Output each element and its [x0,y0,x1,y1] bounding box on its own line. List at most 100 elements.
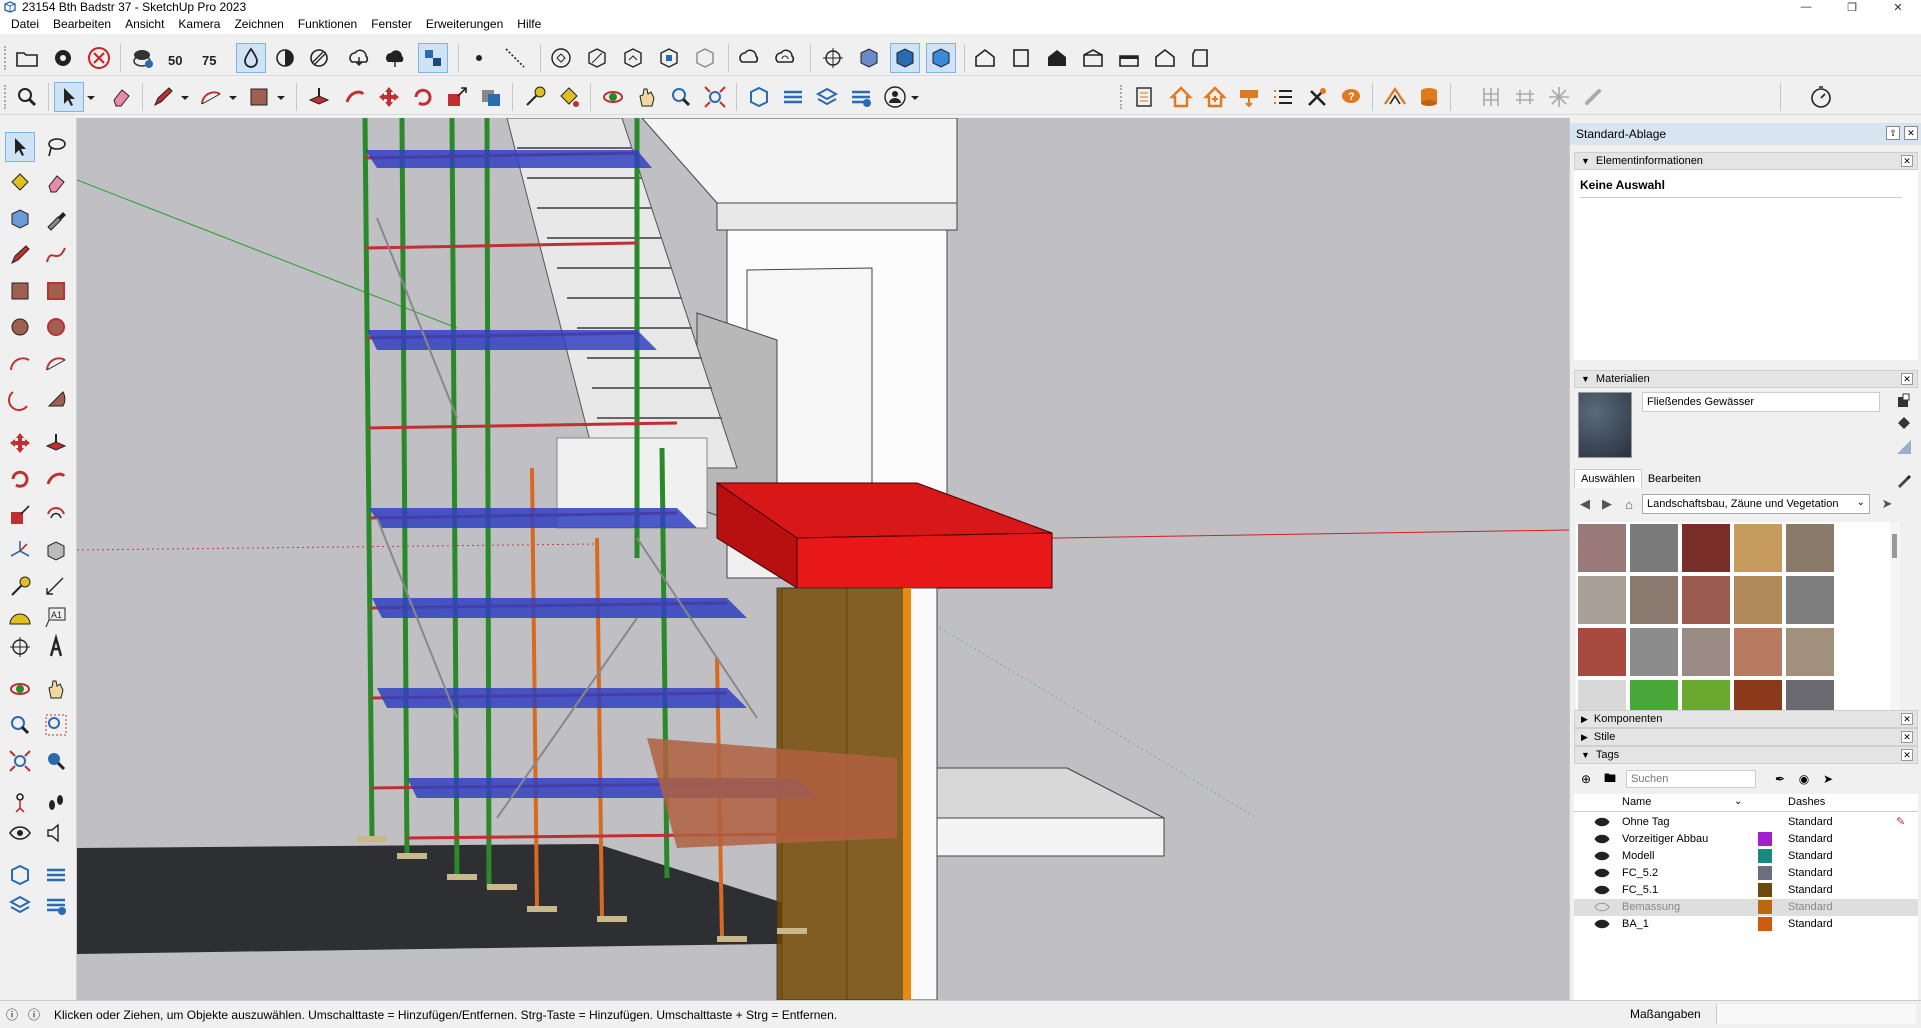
col-dashes-header[interactable]: Dashes [1788,796,1825,808]
view-iso[interactable] [970,43,1000,73]
tag-row[interactable]: FC_5.2 Standard [1574,865,1918,882]
lt-lasso[interactable] [41,132,71,162]
lt-ext-warehouse[interactable] [41,860,71,890]
default-material-icon[interactable] [1895,438,1913,456]
panel-close-icon[interactable]: ✕ [1901,749,1913,761]
tool-cloud-upload[interactable] [380,43,410,73]
lt-circle[interactable] [5,312,35,342]
lt-paint[interactable] [5,168,35,198]
tag-dashes[interactable]: Standard [1788,901,1833,913]
material-swatch[interactable] [1682,524,1730,572]
panel-entity-info[interactable]: ▼ Elementinformationen ✕ [1574,152,1918,170]
add-folder-icon[interactable]: 🖿 [1598,768,1622,790]
tool-cube-active-1[interactable] [890,43,920,73]
tag-row[interactable]: Ohne Tag Standard ✎ [1574,814,1918,831]
lt-sound[interactable] [41,818,71,848]
tool-drop-active[interactable] [236,43,266,73]
tray-close-icon[interactable]: ✕ [1904,126,1918,140]
details-arrow-icon[interactable]: ➤ [1876,493,1898,515]
rectangle-dropdown[interactable] [274,82,288,112]
lt-freehand[interactable] [41,240,71,270]
lt-section[interactable] [41,536,71,566]
push-pull-button[interactable] [304,82,334,112]
lt-move[interactable] [5,428,35,458]
tool-cube-active-2[interactable] [926,43,956,73]
panel-close-icon[interactable]: ✕ [1901,155,1913,167]
tags-search-input[interactable]: Suchen [1626,770,1756,788]
col-name-header[interactable]: Name [1622,796,1651,808]
menu-camera[interactable]: Kamera [171,17,227,31]
tool-hex-frame[interactable] [690,43,720,73]
tab-select[interactable]: Auswählen [1574,469,1642,488]
tag-color-swatch[interactable] [1758,883,1772,897]
material-swatch[interactable] [1786,524,1834,572]
ext-roof[interactable] [1380,82,1410,112]
ext-wall-down[interactable] [1234,82,1264,112]
eraser-tool-button[interactable] [106,82,136,112]
lt-select[interactable] [5,132,35,162]
panel-close-icon[interactable]: ✕ [1901,731,1913,743]
offset-tool-button[interactable] [476,82,506,112]
zoom-tool-button[interactable] [12,82,42,112]
tag-color-swatch[interactable] [1758,900,1772,914]
menu-draw[interactable]: Zeichnen [227,17,290,31]
tag-row[interactable]: Modell Standard [1574,848,1918,865]
home-icon[interactable]: ⌂ [1618,493,1640,515]
menu-edit[interactable]: Bearbeiten [46,17,118,31]
tag-dashes[interactable]: Standard [1788,867,1833,879]
swatch-scrollbar[interactable] [1890,522,1900,720]
lt-axes[interactable] [5,536,35,566]
lt-rotate[interactable] [5,464,35,494]
pan-tool-button[interactable] [632,82,662,112]
material-swatch[interactable] [1682,576,1730,624]
material-swatch[interactable] [1630,524,1678,572]
paint-by-tag-icon[interactable]: ✒ [1768,768,1792,790]
rectangle-tool-button[interactable] [244,82,274,112]
lt-2pt-arc[interactable] [41,348,71,378]
lt-component[interactable] [5,204,35,234]
menu-window[interactable]: Fenster [364,17,419,31]
close-icon[interactable]: ✕ [1875,0,1921,14]
visibility-eye-icon[interactable] [1594,867,1610,879]
ext-grey-1[interactable] [1476,82,1506,112]
tag-color-swatch[interactable] [1758,866,1772,880]
arc-tool-button[interactable] [196,82,226,112]
material-swatch[interactable] [1578,628,1626,676]
account-dropdown[interactable] [908,82,922,112]
account-button[interactable] [880,82,910,112]
tool-crosshair[interactable] [818,43,848,73]
lt-ext-manager[interactable] [41,890,71,920]
menu-view[interactable]: Ansicht [118,17,171,31]
tool-dotted-line[interactable] [500,43,530,73]
tag-dashes[interactable]: Standard [1788,850,1833,862]
material-swatch[interactable] [1786,628,1834,676]
tool-cloud-refresh[interactable] [770,43,800,73]
tool-warehouse-active[interactable] [418,43,448,73]
material-swatch[interactable] [1578,524,1626,572]
tape-measure-button[interactable] [520,82,550,112]
tool-cube-section[interactable] [854,43,884,73]
view-bottom[interactable] [1186,43,1216,73]
toolbar-grip[interactable] [4,46,8,70]
move-tool-button[interactable] [374,82,404,112]
lt-polygon[interactable] [41,312,71,342]
tag-color-swatch[interactable] [1758,832,1772,846]
follow-me-button[interactable] [340,82,370,112]
lt-3dtext[interactable] [41,632,71,662]
lt-eraser[interactable] [41,168,71,198]
lt-followme[interactable] [41,464,71,494]
lt-protractor[interactable] [5,602,35,632]
view-top[interactable] [1006,43,1036,73]
tray-pin-icon[interactable]: ⇧ [1886,126,1900,140]
tag-row[interactable]: Vorzeitiger Abbau Standard [1574,831,1918,848]
tool-opacity-50[interactable]: 50 [162,43,192,73]
zoom-extents-button[interactable] [700,82,730,112]
menu-file[interactable]: Datei [4,17,46,31]
back-arrow-icon[interactable]: ◀ [1574,493,1596,515]
lt-sample[interactable] [41,204,71,234]
lt-orbit[interactable] [5,674,35,704]
ext-stopwatch[interactable] [1806,82,1836,112]
material-swatch[interactable] [1630,576,1678,624]
lt-zoom[interactable] [5,710,35,740]
tag-color-swatch[interactable] [1758,917,1772,931]
